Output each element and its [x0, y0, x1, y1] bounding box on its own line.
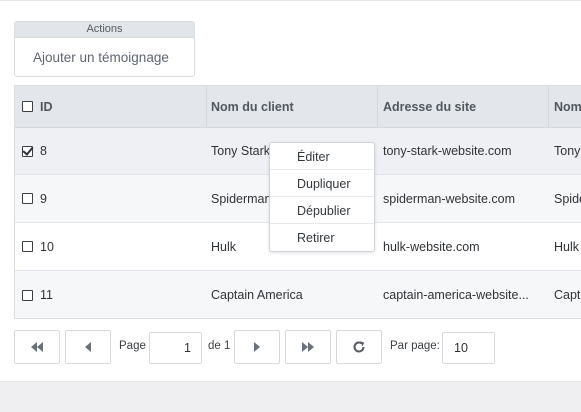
row-context-menu: Éditer Dupliquer Dépublier Retirer [269, 142, 375, 252]
double-chevron-left-icon [29, 341, 45, 353]
cell-site: spiderman-website.com [383, 191, 515, 206]
menu-item-unpublish[interactable]: Dépublier [270, 197, 374, 224]
triangle-right-icon [252, 341, 262, 353]
cell-site-text: captain-america-website... [383, 288, 529, 302]
next-page-button[interactable] [234, 330, 280, 364]
triangle-left-icon [83, 341, 93, 353]
refresh-icon [352, 340, 366, 354]
column-header-client[interactable]: Nom du client [211, 86, 377, 127]
cell-name: Spide [554, 191, 581, 206]
first-page-button[interactable] [14, 330, 60, 364]
page-count-label: de 1 [208, 340, 231, 352]
column-divider [206, 86, 207, 128]
refresh-button[interactable] [336, 330, 382, 364]
cell-site: hulk-website.com [383, 239, 480, 254]
page-number-input[interactable] [149, 332, 202, 364]
page-label: Page [119, 340, 146, 352]
cell-client: Captain America [211, 288, 303, 302]
column-header-site[interactable]: Adresse du site [383, 86, 548, 127]
row-select-cell [15, 223, 39, 270]
table-row[interactable]: 11 Captain America captain-america-websi… [15, 271, 581, 318]
column-divider [548, 86, 549, 128]
per-page-label: Par page: [390, 340, 440, 352]
column-header-id[interactable]: ID [40, 86, 206, 127]
add-testimonial-link[interactable]: Ajouter un témoignage [15, 50, 194, 65]
actions-header: Actions [15, 22, 194, 38]
page-root: Actions Ajouter un témoignage ID Nom du … [0, 0, 581, 412]
row-checkbox[interactable] [21, 193, 33, 204]
last-page-button[interactable] [285, 330, 331, 364]
cell-name: Tony [554, 144, 581, 158]
row-checkbox[interactable] [21, 241, 33, 252]
per-page-input[interactable] [442, 332, 495, 364]
select-all-cell [15, 86, 39, 127]
row-select-cell [15, 128, 39, 174]
double-chevron-right-icon [300, 341, 316, 353]
previous-page-button[interactable] [65, 330, 111, 364]
menu-item-edit[interactable]: Éditer [270, 143, 374, 170]
cell-id: 11 [40, 288, 53, 302]
cell-id: 9 [40, 191, 47, 206]
cell-site: captain-america-website... [383, 271, 548, 318]
grid-header: ID Nom du client Adresse du site Nom [15, 86, 581, 128]
row-select-cell [15, 175, 39, 222]
row-checkbox-checked[interactable] [21, 145, 33, 157]
cell-id: 8 [40, 144, 47, 158]
column-header-name[interactable]: Nom [554, 86, 581, 127]
top-divider [0, 0, 581, 1]
cell-site: tony-stark-website.com [383, 144, 512, 158]
cell-name: Capt [554, 288, 581, 302]
footer-band [0, 381, 581, 412]
menu-item-duplicate[interactable]: Dupliquer [270, 170, 374, 197]
actions-panel: Actions Ajouter un témoignage [14, 21, 195, 77]
column-divider [377, 86, 378, 128]
row-checkbox[interactable] [21, 289, 33, 301]
cell-name: Hulk [554, 239, 580, 254]
row-select-cell [15, 271, 39, 318]
menu-item-remove[interactable]: Retirer [270, 224, 374, 251]
select-all-checkbox[interactable] [21, 101, 33, 112]
cell-id: 10 [40, 239, 54, 254]
